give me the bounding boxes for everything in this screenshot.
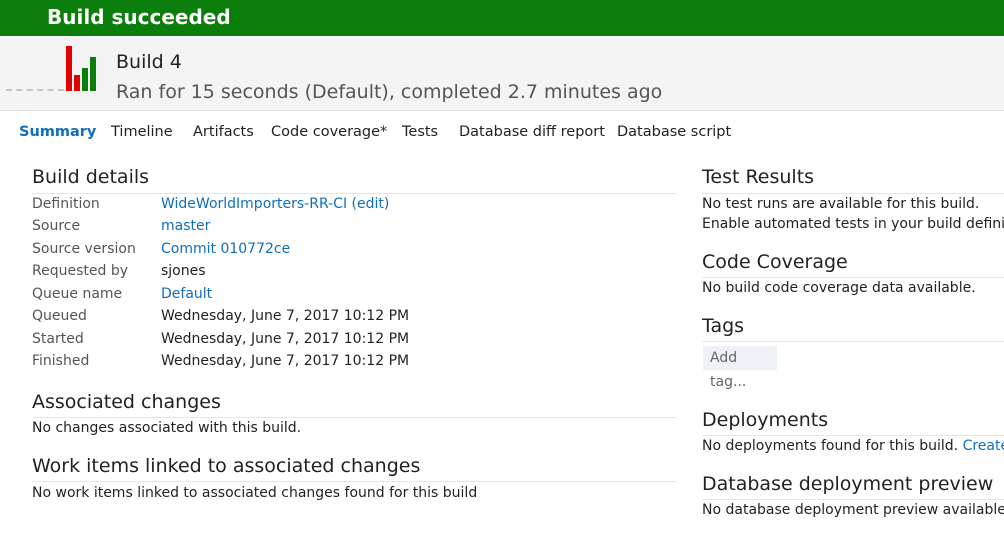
associated-changes-title: Associated changes [32, 391, 221, 413]
build-history-bar-succeeded[interactable] [90, 57, 96, 91]
divider [32, 481, 676, 482]
finished-value: Wednesday, June 7, 2017 10:12 PM [161, 353, 410, 369]
divider [702, 277, 1004, 278]
build-details-title: Build details [32, 166, 150, 188]
tab-database-diff-report[interactable]: Database diff report [459, 124, 605, 140]
deployments-empty: No deployments found for this build. Cre… [702, 438, 1004, 454]
test-results-title: Test Results [702, 166, 815, 188]
tab-database-script[interactable]: Database script [617, 124, 731, 140]
build-history-baseline [6, 89, 64, 91]
work-items-title: Work items linked to associated changes [32, 455, 421, 477]
started-value: Wednesday, June 7, 2017 10:12 PM [161, 331, 410, 347]
db-preview-empty: No database deployment preview available… [702, 502, 1004, 518]
test-results-empty: No test runs are available for this buil… [702, 196, 980, 212]
add-tag-button[interactable]: Add tag... [703, 346, 777, 390]
tab-artifacts[interactable]: Artifacts [193, 124, 254, 140]
build-history-bar-succeeded[interactable] [82, 68, 88, 91]
tab-tests[interactable]: Tests [402, 124, 438, 140]
detail-label-requested-by: Requested by [32, 263, 128, 279]
detail-label-started: Started [32, 331, 84, 347]
build-history-bar-failed[interactable] [74, 75, 80, 91]
tab-code-coverage[interactable]: Code coverage* [271, 124, 387, 140]
detail-label-definition: Definition [32, 196, 100, 212]
build-history-bar-failed[interactable] [66, 46, 72, 91]
work-items-empty: No work items linked to associated chang… [32, 485, 478, 501]
divider [702, 193, 1004, 194]
db-preview-title: Database deployment preview [702, 473, 994, 495]
definition-link[interactable]: WideWorldImporters-RR-CI (edit) [161, 196, 389, 212]
build-name: Build 4 [116, 51, 182, 73]
source-version-link[interactable]: Commit 010772ce [161, 241, 290, 257]
queue-name-link[interactable]: Default [161, 286, 212, 302]
tab-summary[interactable]: Summary [19, 124, 96, 140]
test-results-hint: Enable automated tests in your build def… [702, 216, 1004, 232]
tab-timeline[interactable]: Timeline [111, 124, 173, 140]
divider [702, 499, 1004, 500]
create-release-link[interactable]: Create r [963, 438, 1004, 454]
detail-label-queued: Queued [32, 308, 87, 324]
code-coverage-title: Code Coverage [702, 251, 848, 273]
divider [702, 341, 1004, 342]
tags-title: Tags [702, 315, 745, 337]
detail-label-queue-name: Queue name [32, 286, 123, 302]
deployments-empty-text: No deployments found for this build. [702, 438, 959, 454]
detail-label-source: Source [32, 218, 81, 234]
requested-by-value: sjones [161, 263, 206, 279]
build-run-summary: Ran for 15 seconds (Default), completed … [116, 81, 663, 103]
divider [32, 193, 676, 194]
build-status-title: Build succeeded [47, 5, 231, 29]
detail-label-source-version: Source version [32, 241, 136, 257]
divider [32, 417, 676, 418]
status-banner: Build succeeded [0, 0, 1004, 36]
deployments-title: Deployments [702, 409, 829, 431]
associated-changes-empty: No changes associated with this build. [32, 420, 302, 436]
queued-value: Wednesday, June 7, 2017 10:12 PM [161, 308, 410, 324]
detail-label-finished: Finished [32, 353, 90, 369]
source-branch-link[interactable]: master [161, 218, 210, 234]
code-coverage-empty: No build code coverage data available. [702, 280, 976, 296]
divider [702, 435, 1004, 436]
